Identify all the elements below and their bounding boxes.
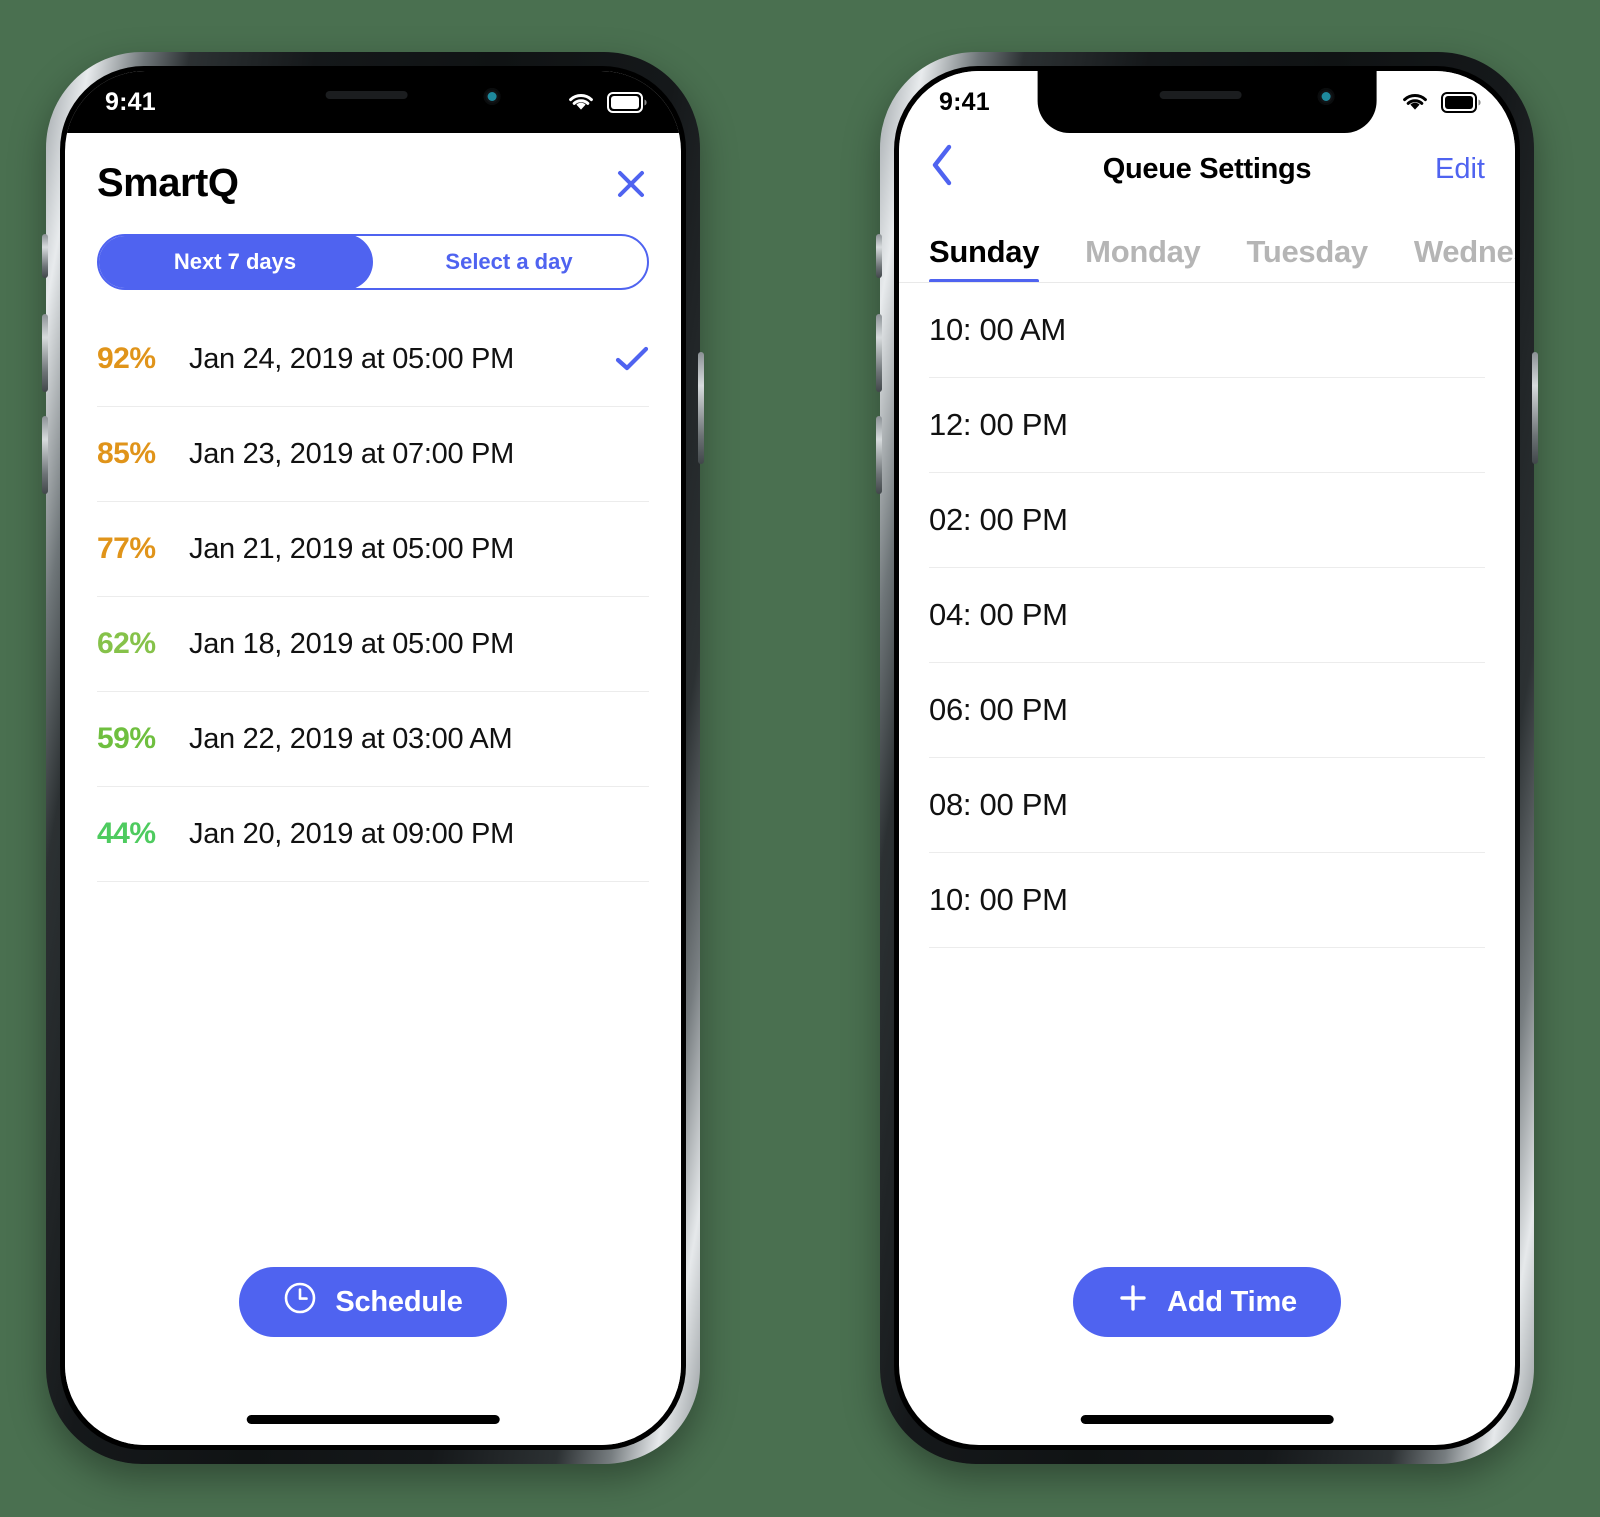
edit-button[interactable]: Edit	[1435, 153, 1485, 186]
sheet-header: SmartQ	[65, 133, 681, 206]
tab-tuesday[interactable]: Tuesday	[1247, 234, 1369, 282]
battery-icon	[607, 91, 647, 113]
battery-icon	[1441, 91, 1481, 113]
earpiece-speaker-icon	[325, 91, 408, 99]
schedule-button[interactable]: Schedule	[239, 1267, 507, 1337]
slot-datetime: Jan 23, 2019 at 07:00 PM	[189, 437, 514, 470]
list-item[interactable]: 12: 00 PM	[929, 378, 1485, 473]
list-item[interactable]: 62% Jan 18, 2019 at 05:00 PM	[97, 597, 649, 692]
list-item[interactable]: 04: 00 PM	[929, 568, 1485, 663]
screen-right: 9:41 Queue Settings Edit Sunday Monday T…	[899, 71, 1515, 1445]
front-camera-icon	[1317, 88, 1335, 105]
list-item[interactable]: 92% Jan 24, 2019 at 05:00 PM	[97, 312, 649, 407]
tab-sunday[interactable]: Sunday	[929, 234, 1039, 282]
volume-up-button-right[interactable]	[876, 314, 882, 392]
power-button-left[interactable]	[698, 352, 704, 464]
volume-up-button-left[interactable]	[42, 314, 48, 392]
plus-icon	[1117, 1282, 1149, 1322]
slot-datetime: Jan 24, 2019 at 05:00 PM	[189, 342, 514, 375]
add-time-button-label: Add Time	[1167, 1285, 1297, 1318]
phone-bezel-left: 9:41 SmartQ Next 7 days Select a day 92%…	[60, 66, 686, 1450]
slot-datetime: Jan 22, 2019 at 03:00 AM	[189, 722, 513, 755]
home-indicator-right[interactable]	[1080, 1415, 1334, 1424]
time-list: 10: 00 AM 12: 00 PM 02: 00 PM 04: 00 PM …	[899, 283, 1515, 948]
power-button-right[interactable]	[1532, 352, 1538, 464]
list-item[interactable]: 44% Jan 20, 2019 at 09:00 PM	[97, 787, 649, 882]
home-indicator-left[interactable]	[246, 1415, 500, 1424]
wifi-icon	[1400, 91, 1430, 113]
segment-next-7-days[interactable]: Next 7 days	[99, 236, 373, 288]
checkmark-icon	[609, 346, 649, 372]
wifi-icon	[566, 91, 596, 113]
tab-wednesday[interactable]: Wednesday	[1414, 234, 1515, 282]
list-item[interactable]: 08: 00 PM	[929, 758, 1485, 853]
day-tab-bar[interactable]: Sunday Monday Tuesday Wednesday	[899, 205, 1515, 283]
volume-down-button-right[interactable]	[876, 416, 882, 494]
status-bar-clock: 9:41	[105, 87, 156, 116]
page-title: SmartQ	[97, 161, 239, 205]
list-item[interactable]: 02: 00 PM	[929, 473, 1485, 568]
segmented-control[interactable]: Next 7 days Select a day	[97, 234, 649, 290]
schedule-button-wrap: Schedule	[65, 1267, 681, 1337]
navigation-bar: Queue Settings Edit	[899, 133, 1515, 205]
volume-down-button-left[interactable]	[42, 416, 48, 494]
slot-percentage: 77%	[97, 532, 156, 565]
silent-switch-right[interactable]	[876, 234, 882, 278]
list-item[interactable]: 10: 00 AM	[929, 283, 1485, 378]
add-time-button[interactable]: Add Time	[1073, 1267, 1341, 1337]
earpiece-speaker-icon	[1159, 91, 1242, 99]
screen-left: 9:41 SmartQ Next 7 days Select a day 92%…	[65, 71, 681, 1445]
slot-percentage: 44%	[97, 817, 156, 850]
schedule-button-label: Schedule	[335, 1285, 463, 1318]
close-icon[interactable]	[613, 166, 649, 202]
slot-datetime: Jan 20, 2019 at 09:00 PM	[189, 817, 514, 850]
clock-icon	[283, 1281, 317, 1323]
notch-right	[1037, 71, 1377, 133]
slot-percentage: 62%	[97, 627, 156, 660]
list-item[interactable]: 85% Jan 23, 2019 at 07:00 PM	[97, 407, 649, 502]
list-item[interactable]: 06: 00 PM	[929, 663, 1485, 758]
slot-datetime: Jan 18, 2019 at 05:00 PM	[189, 627, 514, 660]
time-slot-list: 92% Jan 24, 2019 at 05:00 PM 85% Jan 23,…	[65, 312, 681, 882]
status-bar-clock: 9:41	[939, 87, 990, 116]
silent-switch-left[interactable]	[42, 234, 48, 278]
add-time-button-wrap: Add Time	[899, 1267, 1515, 1337]
page-title: Queue Settings	[1102, 152, 1312, 185]
slot-percentage: 85%	[97, 437, 156, 470]
slot-percentage: 92%	[97, 342, 156, 375]
screenshot-stage: 9:41 SmartQ Next 7 days Select a day 92%…	[0, 0, 1600, 1517]
tab-monday[interactable]: Monday	[1085, 234, 1201, 282]
segment-select-a-day[interactable]: Select a day	[371, 236, 647, 288]
notch-left	[203, 71, 543, 133]
list-item[interactable]: 59% Jan 22, 2019 at 03:00 AM	[97, 692, 649, 787]
smartq-sheet: SmartQ Next 7 days Select a day 92% Jan …	[65, 133, 681, 1445]
chevron-left-icon[interactable]	[929, 143, 989, 195]
phone-bezel-right: 9:41 Queue Settings Edit Sunday Monday T…	[894, 66, 1520, 1450]
slot-datetime: Jan 21, 2019 at 05:00 PM	[189, 532, 514, 565]
list-item[interactable]: 77% Jan 21, 2019 at 05:00 PM	[97, 502, 649, 597]
phone-device-right: 9:41 Queue Settings Edit Sunday Monday T…	[876, 52, 1538, 1464]
slot-percentage: 59%	[97, 722, 156, 755]
phone-device-left: 9:41 SmartQ Next 7 days Select a day 92%…	[42, 52, 704, 1464]
list-item[interactable]: 10: 00 PM	[929, 853, 1485, 948]
front-camera-icon	[483, 88, 501, 105]
